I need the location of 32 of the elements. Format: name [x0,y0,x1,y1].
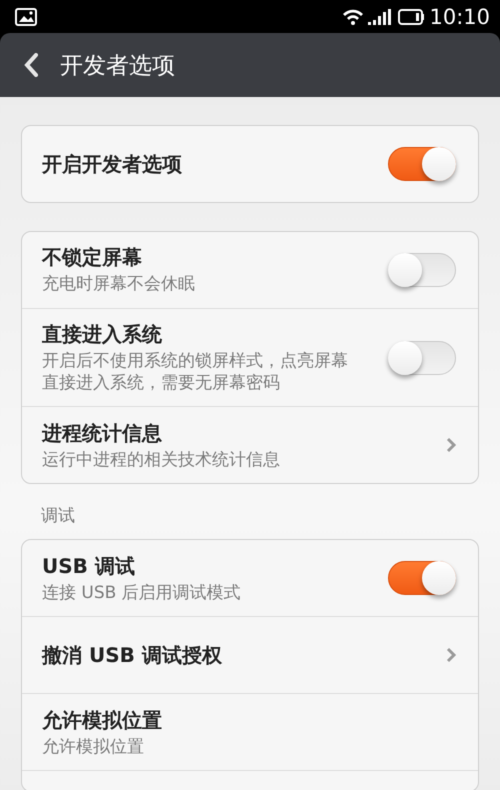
settings-row[interactable]: 进程统计信息 运行中进程的相关技术统计信息 [22,407,478,484]
toggle-switch[interactable] [388,253,456,287]
wifi-icon [342,8,364,26]
settings-row[interactable]: 允许模拟位置 允许模拟位置 [22,694,478,772]
setting-title: 允许模拟位置 [42,706,163,734]
settings-row[interactable]: 直接进入系统 开启后不使用系统的锁屏样式，点亮屏幕直接进入系统，需要无屏幕密码 [22,309,478,408]
toggle-switch[interactable] [388,561,456,596]
setting-title: 直接进入系统 [42,321,163,348]
image-icon [15,8,37,26]
window-title: 开发者选项 [60,52,175,80]
settings-row[interactable]: 开启开发者选项 [22,126,478,202]
setting-description: 运行中进程的相关技术统计信息 [42,448,281,471]
setting-description: 允许模拟位置 [42,736,145,758]
setting-description: 充电时屏幕不会休眠 [42,273,196,296]
battery-icon [397,8,426,26]
setting-title: 撤消 USB 调试授权 [42,642,223,669]
clock-time: 10:10 [429,4,490,28]
setting-description: 连接 USB 后启用调试模式 [42,582,242,604]
setting-title: USB 调试 [42,552,136,580]
chevron-right-icon [446,437,456,454]
signal-icon [367,8,392,26]
settings-row[interactable]: 不锁定屏幕 充电时屏幕不会休眠 [22,232,478,309]
settings-row[interactable]: 撤消 USB 调试授权 [22,617,478,694]
setting-title: 不锁定屏幕 [42,244,143,272]
settings-row[interactable]: USB 调试 连接 USB 后启用调试模式 [22,540,478,618]
setting-title: 进程统计信息 [42,420,163,447]
setting-title: 开启开发者选项 [42,150,183,178]
toggle-switch[interactable] [388,147,456,181]
chevron-right-icon [446,647,456,664]
section-header: 调试 [40,505,76,528]
toggle-switch[interactable] [388,340,456,375]
setting-description: 开启后不使用系统的锁屏样式，点亮屏幕直接进入系统，需要无屏幕密码 [42,350,349,394]
